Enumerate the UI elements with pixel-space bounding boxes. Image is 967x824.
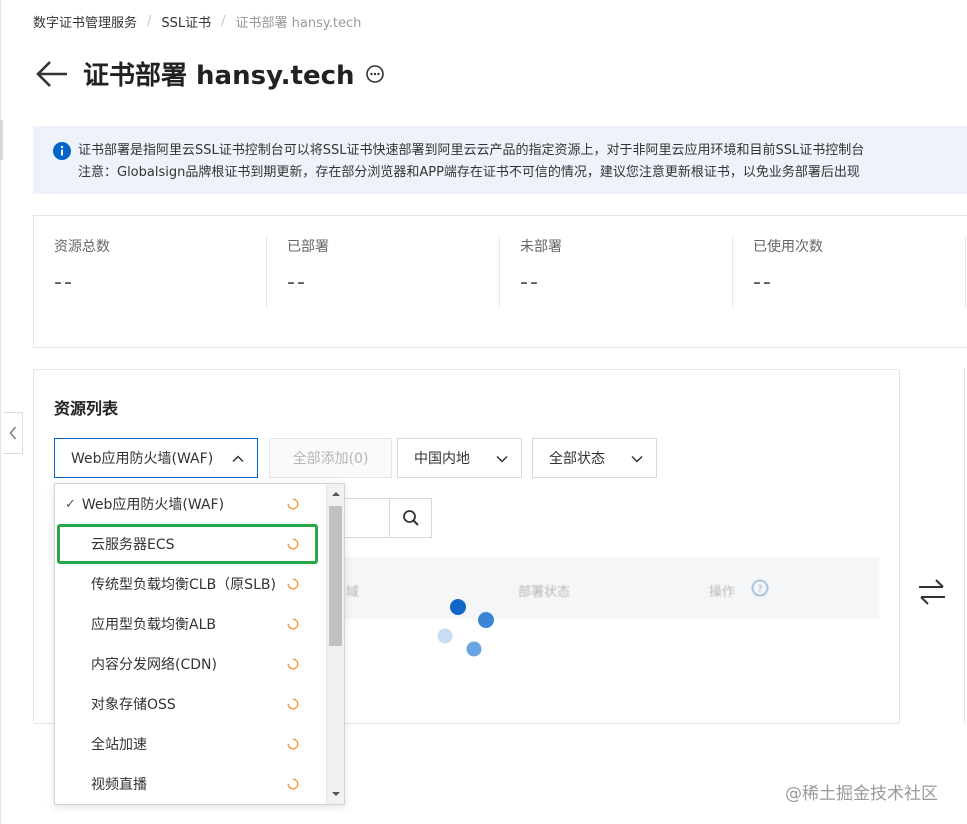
dropdown-item-label: 内容分发网络(CDN) — [91, 657, 217, 673]
notice-line-1: 证书部署是指阿里云SSL证书控制台可以将SSL证书快速部署到阿里云云产品的指定资… — [78, 143, 865, 158]
loading-icon — [287, 498, 299, 510]
stats-panel: 资源总数 -- 已部署 -- 未部署 -- 已使用次数 -- — [33, 215, 967, 348]
stat-total: 资源总数 -- — [54, 236, 286, 308]
scrollbar-thumb[interactable] — [329, 506, 342, 646]
scroll-up-icon[interactable] — [331, 489, 341, 499]
back-arrow-icon[interactable] — [35, 56, 71, 92]
left-border-mark — [0, 120, 3, 160]
dropdown-item-clb[interactable]: 传统型负载均衡CLB（原SLB) — [55, 564, 344, 604]
stat-undeployed: 未部署 -- — [499, 236, 752, 308]
loading-icon — [287, 578, 299, 590]
breadcrumb-item-certificate-service[interactable]: 数字证书管理服务 — [33, 12, 137, 31]
breadcrumb-separator: / — [221, 14, 226, 29]
table-header: 域 部署状态 操作 ? — [324, 557, 879, 619]
dropdown-item-cdn[interactable]: 内容分发网络(CDN) — [55, 644, 344, 684]
breadcrumb: 数字证书管理服务 / SSL证书 / 证书部署 hansy.tech — [33, 12, 361, 31]
breadcrumb-item-ssl[interactable]: SSL证书 — [161, 12, 211, 31]
table-header-action: 操作 — [709, 585, 736, 600]
svg-text:?: ? — [757, 584, 762, 595]
info-notice: 证书部署是指阿里云SSL证书控制台可以将SSL证书快速部署到阿里云云产品的指定资… — [33, 126, 967, 194]
notice-line-2: 注意：Globalsign品牌根证书到期更新，存在部分浏览器和APP端存在证书不… — [78, 165, 860, 180]
stat-divider — [499, 236, 500, 308]
stat-divider — [266, 236, 267, 308]
table-header-status: 部署状态 — [518, 585, 571, 600]
check-icon: ✓ — [65, 496, 76, 512]
loading-spinner — [437, 599, 494, 657]
stat-value: -- — [753, 270, 773, 295]
status-select[interactable]: 全部状态 — [532, 438, 657, 478]
scroll-down-icon[interactable] — [331, 789, 341, 799]
dropdown-scrollbar[interactable] — [326, 484, 344, 804]
table-header-domain: 域 — [346, 585, 360, 600]
add-all-button[interactable]: 全部添加(0) — [269, 438, 392, 478]
dropdown-item-waf[interactable]: ✓ Web应用防火墙(WAF) — [55, 484, 344, 524]
loading-icon — [287, 618, 299, 630]
title-row: 证书部署 hansy.tech — [35, 55, 385, 92]
swap-icon[interactable] — [916, 576, 948, 608]
info-icon — [53, 142, 71, 160]
chevron-down-icon — [631, 455, 643, 463]
sidebar-toggle[interactable] — [3, 412, 23, 454]
stat-label: 已部署 — [287, 239, 329, 255]
stat-label: 已使用次数 — [753, 239, 823, 255]
stat-divider — [732, 236, 733, 308]
stat-value: -- — [520, 270, 540, 295]
dropdown-item-label: 云服务器ECS — [91, 537, 175, 553]
chevron-up-icon — [232, 455, 244, 463]
dropdown-item-alb[interactable]: 应用型负载均衡ALB — [55, 604, 344, 644]
status-select-value: 全部状态 — [549, 451, 605, 467]
breadcrumb-current: 证书部署 hansy.tech — [235, 16, 362, 31]
dropdown-item-label: 对象存储OSS — [91, 697, 176, 713]
dropdown-item-oss[interactable]: 对象存储OSS — [55, 684, 344, 724]
product-dropdown-menu: ✓ Web应用防火墙(WAF) 云服务器ECS 传统型负载均衡CLB（原SLB)… — [54, 483, 345, 805]
stat-label: 未部署 — [520, 239, 562, 255]
dropdown-item-label: 视频直播 — [91, 777, 147, 793]
page: 数字证书管理服务 / SSL证书 / 证书部署 hansy.tech 证书部署 … — [0, 0, 967, 824]
dropdown-item-label: 全站加速 — [91, 737, 147, 753]
region-select[interactable]: 中国内地 — [397, 438, 522, 478]
breadcrumb-separator: / — [147, 14, 152, 29]
watermark: @稀土掘金技术社区 — [785, 784, 938, 804]
product-select-value: Web应用防火墙(WAF) — [71, 451, 214, 467]
chevron-down-icon — [496, 455, 508, 463]
help-icon[interactable]: ? — [751, 579, 769, 597]
search-button[interactable] — [389, 498, 432, 538]
search-icon — [402, 510, 419, 526]
loading-icon — [287, 738, 299, 750]
dropdown-item-label: 应用型负载均衡ALB — [91, 617, 216, 633]
stat-value: -- — [287, 270, 307, 295]
stat-deployed: 已部署 -- — [266, 236, 519, 308]
stat-used-count: 已使用次数 -- — [732, 236, 967, 308]
page-title: 证书部署 hansy.tech — [83, 61, 355, 91]
loading-icon — [287, 778, 299, 790]
product-select[interactable]: Web应用防火墙(WAF) — [54, 438, 258, 478]
loading-icon — [287, 538, 299, 550]
loading-icon — [287, 698, 299, 710]
dropdown-item-label: Web应用防火墙(WAF) — [81, 497, 225, 513]
dropdown-item-live[interactable]: 视频直播 — [55, 764, 344, 804]
loading-icon — [287, 658, 299, 670]
more-options-icon[interactable] — [365, 64, 385, 84]
resource-list-title: 资源列表 — [54, 399, 119, 418]
chevron-left-icon — [9, 426, 16, 440]
stat-value: -- — [54, 270, 74, 295]
dropdown-item-ecs[interactable]: 云服务器ECS — [57, 524, 318, 564]
stat-label: 资源总数 — [54, 239, 110, 255]
region-select-value: 中国内地 — [414, 451, 470, 467]
dropdown-item-label: 传统型负载均衡CLB（原SLB) — [91, 577, 276, 593]
stat-divider — [965, 236, 966, 308]
dropdown-item-dcdn[interactable]: 全站加速 — [55, 724, 344, 764]
